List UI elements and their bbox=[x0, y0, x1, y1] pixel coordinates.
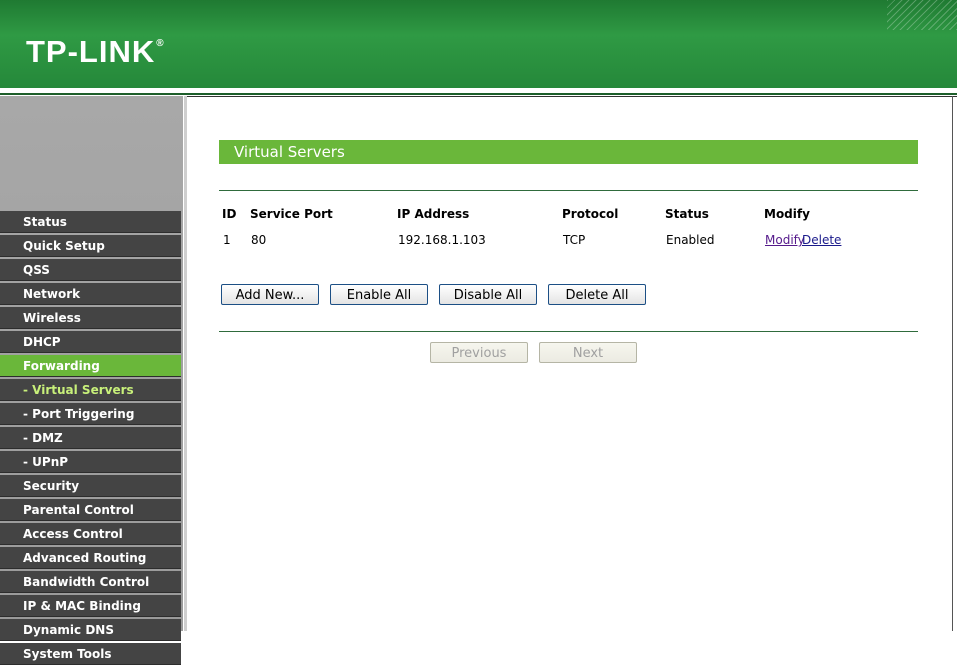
column-header-service-port: Service Port bbox=[250, 207, 333, 221]
sidebar-item-system-tools[interactable]: System Tools bbox=[0, 643, 181, 665]
delete-link[interactable]: Delete bbox=[802, 233, 841, 247]
column-header-protocol: Protocol bbox=[562, 207, 619, 221]
sidebar-item-quick-setup[interactable]: Quick Setup bbox=[0, 235, 181, 257]
sidebar-item-advanced-routing[interactable]: Advanced Routing bbox=[0, 547, 181, 569]
modify-link[interactable]: Modify bbox=[765, 233, 805, 247]
table-top-divider bbox=[219, 190, 918, 191]
sidebar-item-bandwidth-control[interactable]: Bandwidth Control bbox=[0, 571, 181, 593]
sidebar-item-network[interactable]: Network bbox=[0, 283, 181, 305]
sidebar-item-status[interactable]: Status bbox=[0, 211, 181, 233]
delete-all-button[interactable]: Delete All bbox=[548, 284, 646, 305]
add-new-button[interactable]: Add New... bbox=[221, 284, 319, 305]
disable-all-button[interactable]: Disable All bbox=[439, 284, 537, 305]
content-frame bbox=[187, 96, 957, 632]
sidebar-item-security[interactable]: Security bbox=[0, 475, 181, 497]
sidebar-item-ip-mac-binding[interactable]: IP & MAC Binding bbox=[0, 595, 181, 617]
tp-link-logo: TP-LINK® bbox=[26, 34, 165, 69]
cell-service-port: 80 bbox=[251, 233, 267, 247]
sidebar-item-parental-control[interactable]: Parental Control bbox=[0, 499, 181, 521]
header-divider bbox=[0, 93, 957, 95]
sidebar-item-wireless[interactable]: Wireless bbox=[0, 307, 181, 329]
sidebar-item-virtual-servers[interactable]: - Virtual Servers bbox=[0, 379, 181, 401]
enable-all-button[interactable]: Enable All bbox=[330, 284, 428, 305]
sidebar: Status Quick Setup QSS Network Wireless … bbox=[0, 96, 183, 665]
header-decoration bbox=[887, 0, 957, 30]
next-button[interactable]: Next bbox=[539, 342, 637, 363]
sidebar-menu: Status Quick Setup QSS Network Wireless … bbox=[0, 211, 181, 667]
sidebar-item-upnp[interactable]: - UPnP bbox=[0, 451, 181, 473]
sidebar-item-dynamic-dns[interactable]: Dynamic DNS bbox=[0, 619, 181, 641]
column-header-id: ID bbox=[222, 207, 237, 221]
sidebar-item-access-control[interactable]: Access Control bbox=[0, 523, 181, 545]
sidebar-item-dhcp[interactable]: DHCP bbox=[0, 331, 181, 353]
content-right-border bbox=[952, 96, 953, 631]
cell-id: 1 bbox=[223, 233, 231, 247]
cell-ip-address: 192.168.1.103 bbox=[398, 233, 486, 247]
cell-status: Enabled bbox=[666, 233, 715, 247]
column-header-status: Status bbox=[665, 207, 709, 221]
column-header-ip-address: IP Address bbox=[397, 207, 470, 221]
table-bottom-divider bbox=[219, 331, 918, 332]
sidebar-item-qss[interactable]: QSS bbox=[0, 259, 181, 281]
previous-button[interactable]: Previous bbox=[430, 342, 528, 363]
page-title: Virtual Servers bbox=[219, 140, 918, 164]
sidebar-item-forwarding[interactable]: Forwarding bbox=[0, 355, 181, 377]
header-banner: TP-LINK® bbox=[0, 0, 957, 88]
column-header-modify: Modify bbox=[764, 207, 810, 221]
cell-protocol: TCP bbox=[563, 233, 586, 247]
sidebar-item-port-triggering[interactable]: - Port Triggering bbox=[0, 403, 181, 425]
sidebar-item-dmz[interactable]: - DMZ bbox=[0, 427, 181, 449]
